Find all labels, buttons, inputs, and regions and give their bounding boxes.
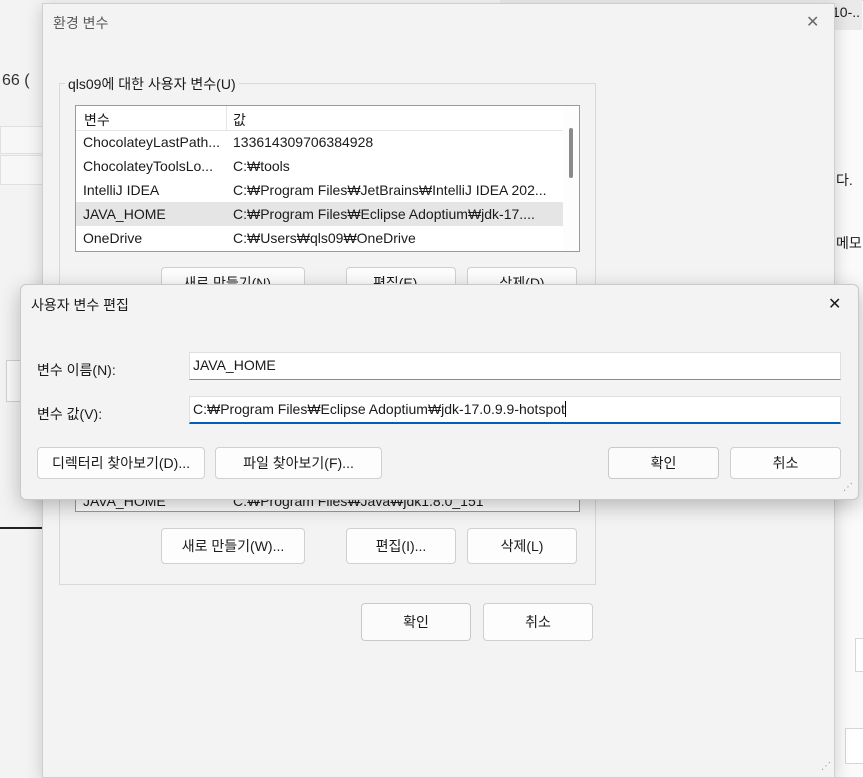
variable-value: C:₩Program Files₩JetBrains₩IntelliJ IDEA… <box>233 182 547 198</box>
resize-grip-icon[interactable]: ⋰ <box>843 483 854 493</box>
variable-value: C:₩Program Files₩Eclipse Adoptium₩jdk-17… <box>233 206 535 222</box>
variable-value: C:₩Users₩qls09₩OneDrive <box>233 230 416 246</box>
cancel-button[interactable]: 취소 <box>483 603 593 641</box>
resize-grip-icon[interactable]: ⋰ <box>821 762 832 772</box>
ok-button[interactable]: 확인 <box>608 447 719 479</box>
ok-button[interactable]: 확인 <box>361 603 471 641</box>
column-header-name[interactable]: 변수 <box>84 110 110 130</box>
background-right-box <box>855 638 863 672</box>
delete-system-variable-button[interactable]: 삭제(L) <box>467 528 577 564</box>
close-icon[interactable]: ✕ <box>806 12 819 32</box>
list-item-selected[interactable]: JAVA_HOME C:₩Program Files₩Eclipse Adopt… <box>76 202 579 226</box>
new-system-variable-button[interactable]: 새로 만들기(W)... <box>161 528 305 564</box>
browse-directory-button[interactable]: 디렉터리 찾아보기(D)... <box>37 447 205 479</box>
background-left-panel-2 <box>0 155 44 185</box>
background-left-line <box>0 527 42 529</box>
list-item[interactable]: ChocolateyLastPath... 133614309706384928 <box>76 130 579 154</box>
variable-name: IntelliJ IDEA <box>83 182 160 198</box>
variable-name: ChocolateyToolsLo... <box>83 158 213 174</box>
edit-user-variable-dialog: 사용자 변수 편집 ✕ 변수 이름(N): JAVA_HOME 변수 값(V):… <box>20 284 859 500</box>
background-left-panel <box>0 126 44 154</box>
edit-system-variable-button[interactable]: 편집(I)... <box>346 528 456 564</box>
cancel-button[interactable]: 취소 <box>730 447 841 479</box>
list-header: 변수 값 <box>76 106 579 131</box>
list-scrollbar[interactable] <box>563 106 579 251</box>
column-divider[interactable] <box>226 106 227 130</box>
variable-value: C:₩tools <box>233 158 290 174</box>
close-icon[interactable]: ✕ <box>828 294 841 314</box>
variable-value-field[interactable]: C:₩Program Files₩Eclipse Adoptium₩jdk-17… <box>189 396 841 424</box>
variable-name: JAVA_HOME <box>83 206 166 222</box>
background-right-text-2: 메모 <box>836 235 862 251</box>
user-variables-list[interactable]: 변수 값 ChocolateyLastPath... 1336143097063… <box>75 105 580 252</box>
scrollbar-thumb[interactable] <box>569 128 573 178</box>
background-top-right-text: 10-.. <box>832 4 861 20</box>
column-header-value[interactable]: 값 <box>233 110 246 130</box>
variable-name-field[interactable]: JAVA_HOME <box>189 352 841 380</box>
background-right-box-2 <box>845 728 863 764</box>
dialog-title: 환경 변수 <box>53 15 109 31</box>
dialog-title: 사용자 변수 편집 <box>31 297 129 313</box>
list-item[interactable]: IntelliJ IDEA C:₩Program Files₩JetBrains… <box>76 178 579 202</box>
variable-value-label: 변수 값(V): <box>37 406 103 422</box>
background-right-text-1: 다. <box>836 172 853 188</box>
browse-file-button[interactable]: 파일 찾아보기(F)... <box>215 447 382 479</box>
variable-name-label: 변수 이름(N): <box>37 362 116 378</box>
variable-name: ChocolateyLastPath... <box>83 134 220 150</box>
text-caret <box>564 401 566 417</box>
variable-name: OneDrive <box>83 230 143 246</box>
variable-value-text: C:₩Program Files₩Eclipse Adoptium₩jdk-17… <box>193 401 565 417</box>
list-item[interactable]: ChocolateyToolsLo... C:₩tools <box>76 154 579 178</box>
user-variables-legend: qls09에 대한 사용자 변수(U) <box>65 74 239 94</box>
variable-value: 133614309706384928 <box>233 134 374 150</box>
variable-name-value: JAVA_HOME <box>193 357 276 373</box>
list-item[interactable]: OneDrive C:₩Users₩qls09₩OneDrive <box>76 226 579 250</box>
background-left-text: 66 ( <box>2 72 30 89</box>
